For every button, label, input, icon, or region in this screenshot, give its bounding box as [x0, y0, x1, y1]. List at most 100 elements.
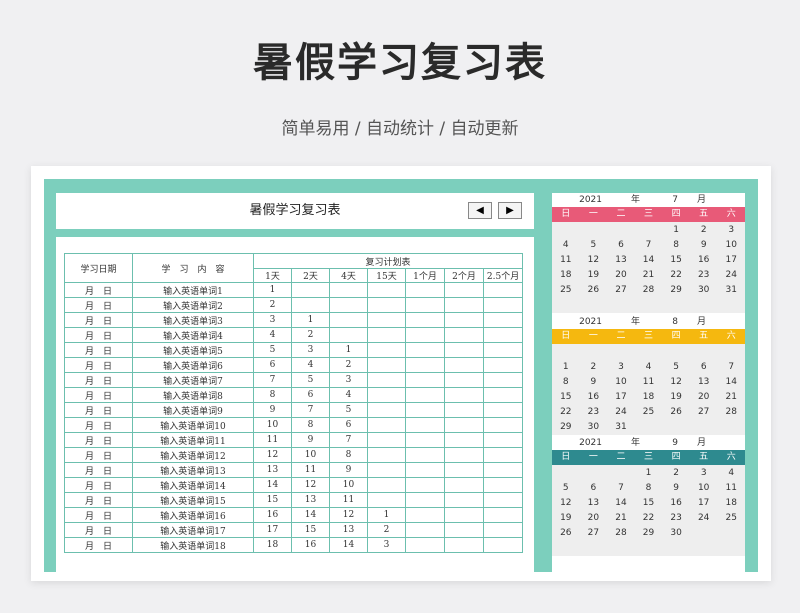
- cell-empty[interactable]: [444, 342, 484, 358]
- calendar-day[interactable]: 19: [552, 511, 580, 526]
- cell-date[interactable]: 月 日: [64, 462, 133, 478]
- calendar-day[interactable]: 27: [690, 405, 718, 420]
- calendar-day[interactable]: 31: [607, 420, 635, 435]
- calendar-day[interactable]: 5: [662, 360, 690, 375]
- calendar-day[interactable]: 6: [580, 481, 608, 496]
- cell-empty[interactable]: [444, 297, 484, 313]
- calendar-day[interactable]: 23: [662, 511, 690, 526]
- calendar-day[interactable]: 17: [717, 253, 745, 268]
- calendar-day[interactable]: [635, 541, 663, 556]
- calendar-day[interactable]: 26: [662, 405, 690, 420]
- calendar-day[interactable]: [607, 541, 635, 556]
- calendar-day[interactable]: 5: [580, 238, 608, 253]
- cell-empty[interactable]: [444, 372, 484, 388]
- calendar-day[interactable]: 21: [635, 268, 663, 283]
- cell-d15[interactable]: 2: [367, 522, 406, 538]
- calendar-day[interactable]: [580, 541, 608, 556]
- calendar-day[interactable]: 20: [607, 268, 635, 283]
- cell-empty[interactable]: [482, 522, 524, 538]
- cell-d2[interactable]: 13: [291, 492, 330, 508]
- cell-d15[interactable]: [367, 432, 406, 448]
- calendar-day[interactable]: [580, 466, 608, 481]
- calendar-day[interactable]: [607, 223, 635, 238]
- cell-content[interactable]: 输入英语单词8: [132, 387, 254, 403]
- calendar-day[interactable]: [635, 420, 663, 435]
- calendar-day[interactable]: [580, 223, 608, 238]
- cell-empty[interactable]: [405, 507, 445, 523]
- calendar-day[interactable]: 1: [635, 466, 663, 481]
- cell-empty[interactable]: [444, 282, 484, 298]
- calendar-day[interactable]: 24: [717, 268, 745, 283]
- calendar-day[interactable]: 25: [635, 405, 663, 420]
- cell-empty[interactable]: [482, 357, 524, 373]
- cell-empty[interactable]: [405, 537, 445, 553]
- calendar-day[interactable]: 2: [662, 466, 690, 481]
- calendar-day[interactable]: [717, 345, 745, 360]
- cell-d15[interactable]: [367, 387, 406, 403]
- cell-d1[interactable]: 16: [253, 507, 292, 523]
- cell-date[interactable]: 月 日: [64, 327, 133, 343]
- cell-d2[interactable]: [291, 297, 330, 313]
- cell-date[interactable]: 月 日: [64, 387, 133, 403]
- cell-empty[interactable]: [405, 402, 445, 418]
- cell-empty[interactable]: [482, 387, 524, 403]
- calendar-day[interactable]: 24: [607, 405, 635, 420]
- cell-empty[interactable]: [444, 432, 484, 448]
- calendar-day[interactable]: 17: [690, 496, 718, 511]
- calendar-day[interactable]: 3: [717, 223, 745, 238]
- calendar-day[interactable]: [552, 541, 580, 556]
- cell-empty[interactable]: [405, 387, 445, 403]
- cell-content[interactable]: 输入英语单词4: [132, 327, 254, 343]
- cell-d2[interactable]: 3: [291, 342, 330, 358]
- cell-d2[interactable]: [291, 282, 330, 298]
- cell-content[interactable]: 输入英语单词10: [132, 417, 254, 433]
- cell-d15[interactable]: [367, 492, 406, 508]
- cell-content[interactable]: 输入英语单词3: [132, 312, 254, 328]
- calendar-day[interactable]: [635, 345, 663, 360]
- cell-empty[interactable]: [405, 357, 445, 373]
- cell-empty[interactable]: [444, 447, 484, 463]
- cell-d2[interactable]: 9: [291, 432, 330, 448]
- calendar-day[interactable]: 12: [552, 496, 580, 511]
- calendar-day[interactable]: 16: [580, 390, 608, 405]
- cell-empty[interactable]: [482, 327, 524, 343]
- calendar-day[interactable]: 26: [580, 283, 608, 298]
- calendar-day[interactable]: [717, 420, 745, 435]
- calendar-day[interactable]: 15: [662, 253, 690, 268]
- calendar-day[interactable]: 28: [717, 405, 745, 420]
- cell-empty[interactable]: [444, 477, 484, 493]
- cell-d15[interactable]: 1: [367, 507, 406, 523]
- calendar-day[interactable]: 11: [552, 253, 580, 268]
- calendar-day[interactable]: 16: [690, 253, 718, 268]
- cell-d4[interactable]: [329, 282, 368, 298]
- cell-d1[interactable]: 6: [253, 357, 292, 373]
- cell-d1[interactable]: 9: [253, 402, 292, 418]
- cell-d4[interactable]: 1: [329, 342, 368, 358]
- cell-d1[interactable]: 1: [253, 282, 292, 298]
- cell-d1[interactable]: 7: [253, 372, 292, 388]
- calendar-day[interactable]: 22: [635, 511, 663, 526]
- cell-empty[interactable]: [405, 447, 445, 463]
- cell-content[interactable]: 输入英语单词13: [132, 462, 254, 478]
- cell-d4[interactable]: 12: [329, 507, 368, 523]
- cell-date[interactable]: 月 日: [64, 417, 133, 433]
- cell-empty[interactable]: [482, 447, 524, 463]
- calendar-day[interactable]: 14: [717, 375, 745, 390]
- calendar-day[interactable]: 8: [635, 481, 663, 496]
- calendar-day[interactable]: [607, 298, 635, 313]
- cell-date[interactable]: 月 日: [64, 432, 133, 448]
- cell-empty[interactable]: [482, 507, 524, 523]
- cell-content[interactable]: 输入英语单词1: [132, 282, 254, 298]
- calendar-day[interactable]: 19: [662, 390, 690, 405]
- calendar-day[interactable]: 4: [635, 360, 663, 375]
- calendar-day[interactable]: 21: [717, 390, 745, 405]
- cell-d1[interactable]: 2: [253, 297, 292, 313]
- cell-d4[interactable]: 7: [329, 432, 368, 448]
- cell-d1[interactable]: 4: [253, 327, 292, 343]
- cell-d1[interactable]: 5: [253, 342, 292, 358]
- calendar-day[interactable]: 2: [580, 360, 608, 375]
- calendar-day[interactable]: 30: [690, 283, 718, 298]
- cell-empty[interactable]: [444, 312, 484, 328]
- cell-content[interactable]: 输入英语单词16: [132, 507, 254, 523]
- calendar-day[interactable]: 3: [690, 466, 718, 481]
